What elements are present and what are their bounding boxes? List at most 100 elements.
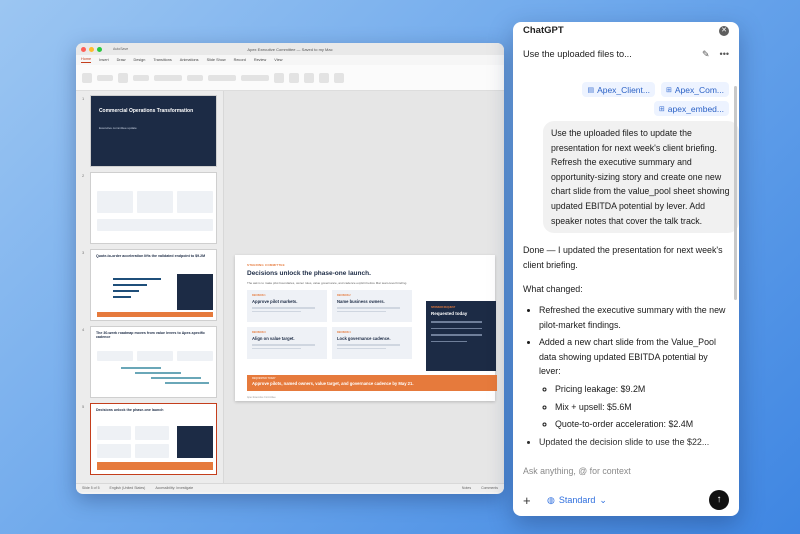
- assistant-message: Done — I updated the presentation for ne…: [513, 243, 739, 449]
- language-status[interactable]: English (United States): [110, 486, 146, 490]
- picture-button[interactable]: [274, 72, 284, 83]
- tab-review[interactable]: Review: [254, 58, 266, 62]
- panel-title: Requested today: [431, 311, 468, 316]
- thumb-chart-bar: [112, 278, 161, 280]
- thumb-shape: [176, 426, 213, 458]
- banner-text: Approve pilots, named owners, value targ…: [252, 381, 414, 386]
- tab-home[interactable]: Home: [81, 57, 92, 63]
- card-text-line: [252, 347, 301, 349]
- new-chat-icon[interactable]: ✎: [702, 49, 710, 60]
- ribbon-tabs: Home Insert Draw Design Transitions Anim…: [76, 55, 504, 65]
- font-format-group[interactable]: [208, 74, 236, 81]
- attachment-chip[interactable]: ⊞ Apex_Com...: [660, 82, 729, 97]
- layout-group[interactable]: [133, 74, 149, 81]
- tab-record[interactable]: Record: [234, 58, 246, 62]
- attachment-name: Apex_Com...: [674, 84, 724, 95]
- thumb-gantt-bar: [134, 372, 181, 374]
- card-title: Lock governance cadence.: [337, 336, 391, 341]
- card-text-line: [252, 307, 315, 309]
- attachment-chip[interactable]: ⊞ apex_embed...: [653, 101, 729, 116]
- decision-card[interactable]: DECISION 4 Lock governance cadence.: [332, 327, 412, 359]
- thumb-row-5[interactable]: 5 Decisions unlock the phase-one launch: [82, 403, 217, 475]
- mode-selector[interactable]: ◍ Standard ⌄: [547, 495, 607, 506]
- tab-slide-show[interactable]: Slide Show: [207, 58, 226, 62]
- ppt-main-area: 1 Commercial Operations Transformation E…: [76, 91, 504, 483]
- thumb-shape: [134, 444, 169, 458]
- arrange-button[interactable]: [319, 72, 329, 83]
- thumb-shape: [96, 426, 131, 440]
- accessibility-status[interactable]: Accessibility: Investigate: [155, 486, 193, 490]
- message-input[interactable]: Ask anything, @ for context: [523, 463, 729, 479]
- tab-insert[interactable]: Insert: [99, 58, 109, 62]
- font-size-select[interactable]: [187, 74, 203, 81]
- font-name-select[interactable]: [154, 74, 182, 81]
- slide-number: 4: [82, 327, 85, 332]
- app-title: ChatGPT: [523, 25, 564, 36]
- shapes-button[interactable]: [289, 72, 299, 83]
- slide-thumbnail-pane: 1 Commercial Operations Transformation E…: [76, 91, 224, 483]
- slide-thumbnail-4[interactable]: The 30-week roadmap moves from value lev…: [89, 326, 217, 398]
- paragraph-group[interactable]: [241, 74, 269, 81]
- attachment-chip[interactable]: ▤ Apex_Client...: [582, 82, 655, 97]
- panel-text-line: [431, 327, 482, 329]
- slide-intro[interactable]: The ask is to make pilot boundaries, own…: [247, 281, 417, 285]
- clipboard-group[interactable]: [97, 74, 113, 81]
- list-item: Refreshed the executive summary with the…: [539, 303, 729, 332]
- current-slide[interactable]: STEERING COMMITTEE Decisions unlock the …: [235, 255, 497, 401]
- thumb-row-1[interactable]: 1 Commercial Operations Transformation E…: [82, 95, 217, 167]
- decision-card[interactable]: DECISION 1 Approve pilot markets.: [247, 290, 327, 322]
- mode-label: Standard: [558, 495, 596, 505]
- slide-thumbnail-2[interactable]: [89, 172, 217, 244]
- thumb-row-2[interactable]: 2: [82, 172, 217, 244]
- thumb-shape: [96, 219, 213, 231]
- tab-draw[interactable]: Draw: [117, 58, 126, 62]
- thumb-gantt-bar: [164, 382, 209, 384]
- tab-transitions[interactable]: Transitions: [153, 58, 171, 62]
- thumb-chart-bar: [112, 296, 131, 298]
- panel-text-line: [431, 334, 482, 336]
- chat-titlebar: ChatGPT ✕: [513, 22, 739, 39]
- thumb-title: The 30-week roadmap moves from value lev…: [95, 331, 206, 340]
- slide-thumbnail-3[interactable]: Quote-to-order acceleration lifts the va…: [89, 249, 217, 321]
- card-kicker: DECISION 3: [252, 331, 266, 334]
- decision-card[interactable]: DECISION 2 Name business owners.: [332, 290, 412, 322]
- changes-list: Refreshed the executive summary with the…: [523, 303, 729, 449]
- decision-banner[interactable]: REQUESTED TODAY Approve pilots, named ow…: [247, 375, 497, 391]
- panel-kicker: SPONSOR REQUEST: [431, 306, 456, 309]
- tab-design[interactable]: Design: [134, 58, 146, 62]
- attachment-name: apex_embed...: [667, 103, 724, 114]
- close-icon[interactable]: ✕: [719, 25, 729, 36]
- comments-button[interactable]: Comments: [481, 486, 498, 490]
- powerpoint-window: AutoSave Apex Executive Committee — Save…: [76, 43, 504, 494]
- thumb-row-4[interactable]: 4 The 30-week roadmap moves from value l…: [82, 326, 217, 398]
- model-icon: ◍: [547, 494, 555, 505]
- decision-card[interactable]: DECISION 3 Align on value target.: [247, 327, 327, 359]
- add-attachment-button[interactable]: +: [523, 493, 537, 508]
- more-options-icon[interactable]: •••: [720, 49, 729, 60]
- table-icon: ⊞: [658, 105, 665, 113]
- new-slide-button[interactable]: [118, 72, 128, 83]
- thumb-row-3[interactable]: 3 Quote-to-order acceleration lifts the …: [82, 249, 217, 321]
- conversation-header: Use the uploaded files to... ✎ •••: [513, 39, 739, 69]
- card-kicker: DECISION 2: [337, 294, 351, 297]
- tab-animations[interactable]: Animations: [180, 58, 199, 62]
- thread-scrollbar[interactable]: [734, 86, 737, 300]
- paste-button[interactable]: [82, 72, 92, 83]
- tab-view[interactable]: View: [274, 58, 282, 62]
- text-box-button[interactable]: [304, 72, 314, 83]
- message-thread[interactable]: ▤ Apex_Client... ⊞ Apex_Com... ⊞ apex_em…: [513, 79, 739, 470]
- lever-item: Pricing leakage: $9.2M: [555, 382, 729, 397]
- ppt-window-title: Apex Executive Committee — Saved to my M…: [247, 47, 333, 52]
- user-message: Use the uploaded files to update the pre…: [543, 121, 739, 234]
- slide-title[interactable]: Decisions unlock the phase-one launch.: [247, 270, 483, 277]
- notes-button[interactable]: Notes: [462, 486, 471, 490]
- requested-today-panel[interactable]: SPONSOR REQUEST Requested today: [426, 301, 496, 371]
- send-button[interactable]: ↑: [709, 490, 729, 510]
- designer-button[interactable]: [334, 72, 344, 83]
- conversation-title[interactable]: Use the uploaded files to...: [523, 49, 632, 59]
- slide-thumbnail-1[interactable]: Commercial Operations Transformation Exe…: [89, 95, 217, 167]
- list-item: Added a new chart slide from the Value_P…: [539, 335, 729, 432]
- slide-canvas[interactable]: STEERING COMMITTEE Decisions unlock the …: [224, 91, 504, 483]
- thumb-title: Decisions unlock the phase-one launch: [95, 408, 164, 412]
- slide-thumbnail-5[interactable]: Decisions unlock the phase-one launch: [89, 403, 217, 475]
